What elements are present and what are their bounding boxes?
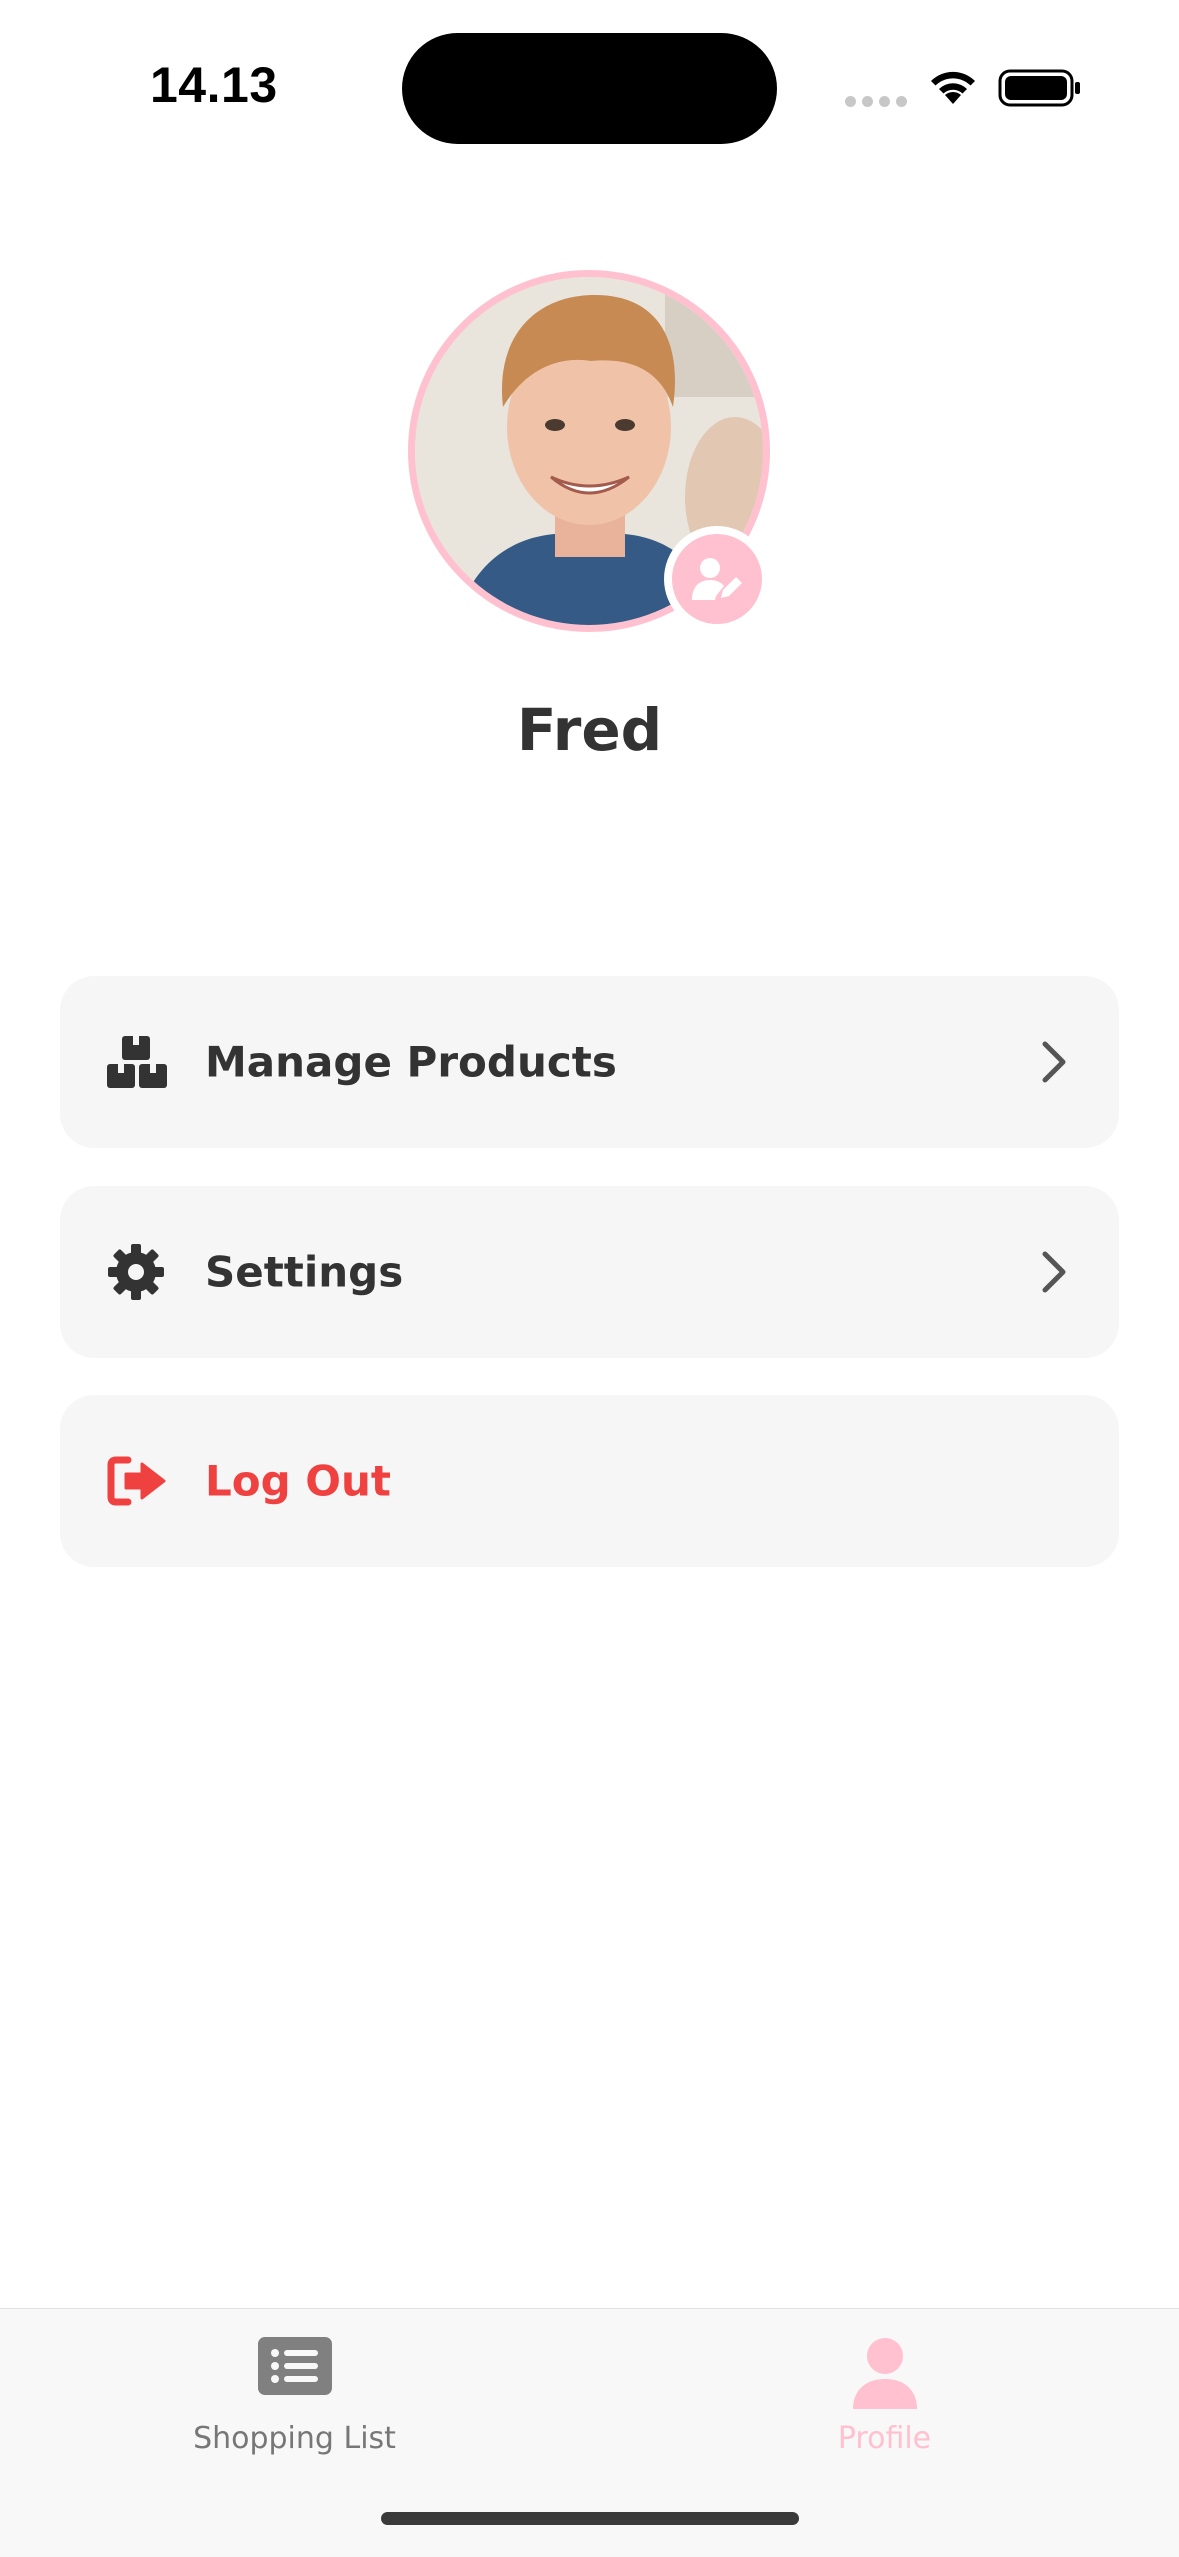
menu-item-label: Log Out — [205, 1456, 391, 1506]
avatar-container — [408, 270, 770, 632]
menu-item-label: Settings — [205, 1247, 404, 1297]
tab-profile[interactable]: Profile — [590, 2309, 1179, 2489]
tab-label: Shopping List — [193, 2421, 396, 2456]
settings-button[interactable]: Settings — [60, 1186, 1119, 1358]
battery-icon — [998, 69, 1080, 107]
gear-icon — [108, 1244, 164, 1300]
manage-products-button[interactable]: Manage Products — [60, 976, 1119, 1148]
list-icon — [257, 2337, 332, 2395]
profile-name: Fred — [516, 696, 663, 764]
tab-label: Profile — [837, 2421, 932, 2456]
chevron-right-icon — [1042, 1041, 1066, 1083]
status-bar: 14.13 — [0, 0, 1179, 150]
user-pen-icon — [692, 558, 742, 600]
cellular-signal-icon — [845, 96, 907, 107]
dynamic-island — [402, 33, 777, 144]
logout-icon — [107, 1456, 166, 1506]
boxes-icon — [107, 1036, 167, 1088]
tab-shopping-list[interactable]: Shopping List — [0, 2309, 589, 2489]
chevron-right-icon — [1042, 1251, 1066, 1293]
status-time: 14.13 — [150, 57, 278, 113]
log-out-button[interactable]: Log Out — [60, 1395, 1119, 1567]
person-icon — [852, 2338, 917, 2409]
edit-avatar-button[interactable] — [664, 526, 770, 632]
wifi-icon — [931, 71, 975, 104]
home-indicator — [381, 2512, 799, 2525]
menu-item-label: Manage Products — [205, 1037, 617, 1087]
